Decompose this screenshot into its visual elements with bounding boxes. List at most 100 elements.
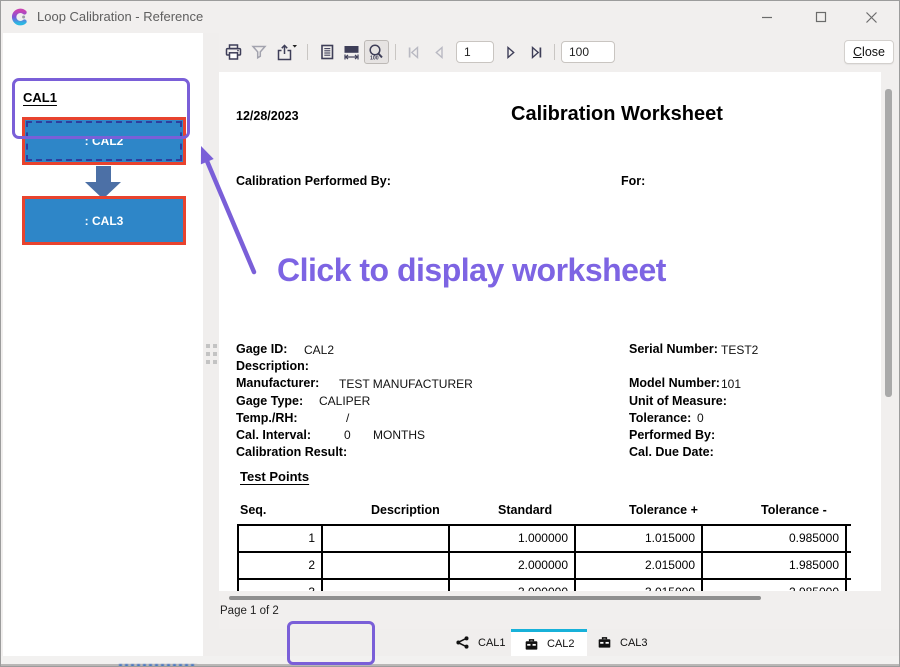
cell-seq: 3 <box>239 580 323 591</box>
tab-label: CAL2 <box>547 638 575 650</box>
field-label: Performed By: <box>629 428 715 442</box>
page-width-view-icon[interactable] <box>339 40 364 64</box>
column-header: Tolerance + <box>629 503 698 517</box>
field-value: / <box>346 411 349 425</box>
field-label: Gage ID: <box>236 342 287 356</box>
cell-tolerance-plus: 2.015000 <box>576 553 703 578</box>
field-label: Serial Number: <box>629 342 718 356</box>
field-label: Unit of Measure: <box>629 394 727 408</box>
toolbox-icon <box>597 635 612 650</box>
splitter-grip-icon <box>206 344 217 364</box>
tab-cal3[interactable]: CAL3 <box>597 629 648 656</box>
report-page: 12/28/2023 Calibration Worksheet Calibra… <box>219 72 881 591</box>
cell-standard: 1.000000 <box>450 526 576 551</box>
cell-tolerance-minus: 2.985000 <box>703 580 847 591</box>
tab-cal1[interactable]: CAL1 <box>455 629 506 656</box>
field-value: 0 <box>344 428 351 442</box>
page-number-input[interactable] <box>456 41 494 63</box>
field-label: Calibration Result: <box>236 445 347 459</box>
test-points-table: 1 1.000000 1.015000 0.985000 2 2.000000 … <box>237 524 851 591</box>
annotation-highlight-cal2-node <box>12 78 190 139</box>
field-value: CAL2 <box>304 343 334 357</box>
gage-fields-left: Gage ID: CAL2 Description: Manufacturer: T… <box>236 342 616 462</box>
test-points-column-headers: Seq. Description Standard Tolerance + To… <box>219 503 879 519</box>
field-value: 0 <box>697 411 704 425</box>
toolbox-icon <box>524 637 539 652</box>
test-points-heading: Test Points <box>240 469 309 484</box>
close-button[interactable]: Close <box>844 40 894 64</box>
cell-tolerance-minus: 1.985000 <box>703 553 847 578</box>
svg-text:100: 100 <box>370 55 379 61</box>
node-cal3-label: : CAL3 <box>85 214 124 228</box>
cell-tolerance-plus: 3.015000 <box>576 580 703 591</box>
report-title: Calibration Worksheet <box>511 103 723 126</box>
filter-icon[interactable] <box>246 40 271 64</box>
field-value: TEST MANUFACTURER <box>339 377 473 391</box>
performed-by-label: Calibration Performed By: <box>236 174 391 188</box>
previous-page-icon[interactable] <box>427 40 452 64</box>
cell-standard: 3.000000 <box>450 580 576 591</box>
field-value: 101 <box>721 377 741 391</box>
tab-cal2-active[interactable]: CAL2 <box>511 629 587 656</box>
node-cal3[interactable]: : CAL3 <box>22 196 186 245</box>
single-page-view-icon[interactable] <box>314 40 339 64</box>
vertical-scrollbar[interactable] <box>885 89 892 397</box>
title-bar: Loop Calibration - Reference <box>1 1 899 33</box>
field-label: Gage Type: <box>236 394 303 408</box>
last-page-icon[interactable] <box>523 40 548 64</box>
app-logo-icon <box>11 8 29 26</box>
table-row: 1 1.000000 1.015000 0.985000 <box>239 526 851 553</box>
field-label: Temp./RH: <box>236 411 298 425</box>
annotation-text: Click to display worksheet <box>277 252 666 289</box>
field-label: Description: <box>236 359 309 373</box>
next-page-icon[interactable] <box>498 40 523 64</box>
cell-description <box>323 526 450 551</box>
field-label: Manufacturer: <box>236 376 319 390</box>
field-label: Cal. Interval: <box>236 428 311 442</box>
window-bottom-strip <box>1 656 900 667</box>
page-info: Page 1 of 2 <box>220 605 279 617</box>
tab-label: CAL3 <box>620 637 648 649</box>
window-title: Loop Calibration - Reference <box>37 1 203 33</box>
field-label: Tolerance: <box>629 411 691 425</box>
report-date: 12/28/2023 <box>236 109 299 123</box>
field-label: Cal. Due Date: <box>629 445 714 459</box>
column-header: Standard <box>498 503 552 517</box>
field-value: TEST2 <box>721 343 758 357</box>
cell-seq: 2 <box>239 553 323 578</box>
toolbar-separator <box>395 44 396 60</box>
cell-seq: 1 <box>239 526 323 551</box>
gage-fields-right: Serial Number:TEST2 Model Number:101 Uni… <box>629 342 874 462</box>
horizontal-scrollbar[interactable] <box>229 596 761 600</box>
cell-description <box>323 553 450 578</box>
print-icon[interactable] <box>221 40 246 64</box>
tab-label: CAL1 <box>478 637 506 649</box>
column-header: Description <box>371 503 440 517</box>
report-toolbar: 100 <box>221 39 615 65</box>
toolbar-separator <box>307 44 308 60</box>
app-window: Loop Calibration - Reference CAL1 : CAL2… <box>0 0 900 667</box>
zoom-100-icon[interactable]: 100 <box>364 40 389 64</box>
for-label: For: <box>621 174 645 188</box>
column-header: Tolerance - <box>761 503 827 517</box>
flow-arrow <box>96 166 111 183</box>
cell-tolerance-minus: 0.985000 <box>703 526 847 551</box>
toolbar-separator <box>554 44 555 60</box>
cell-description <box>323 580 450 591</box>
annotation-highlight-cal2-tab <box>287 621 375 665</box>
field-value: CALIPER <box>319 394 370 408</box>
panel-splitter[interactable] <box>203 33 219 656</box>
share-icon <box>455 635 470 650</box>
table-row: 3 3.000000 3.015000 2.985000 <box>239 580 851 591</box>
cell-tolerance-plus: 1.015000 <box>576 526 703 551</box>
column-header: Seq. <box>240 503 266 517</box>
table-row: 2 2.000000 2.015000 1.985000 <box>239 553 851 580</box>
field-unit: MONTHS <box>373 428 425 442</box>
zoom-level-input[interactable] <box>561 41 615 63</box>
export-icon[interactable] <box>271 40 301 64</box>
first-page-icon[interactable] <box>402 40 427 64</box>
minimize-icon[interactable] <box>749 1 785 33</box>
close-icon[interactable] <box>853 1 889 33</box>
maximize-icon[interactable] <box>803 1 839 33</box>
field-label: Model Number: <box>629 376 720 390</box>
